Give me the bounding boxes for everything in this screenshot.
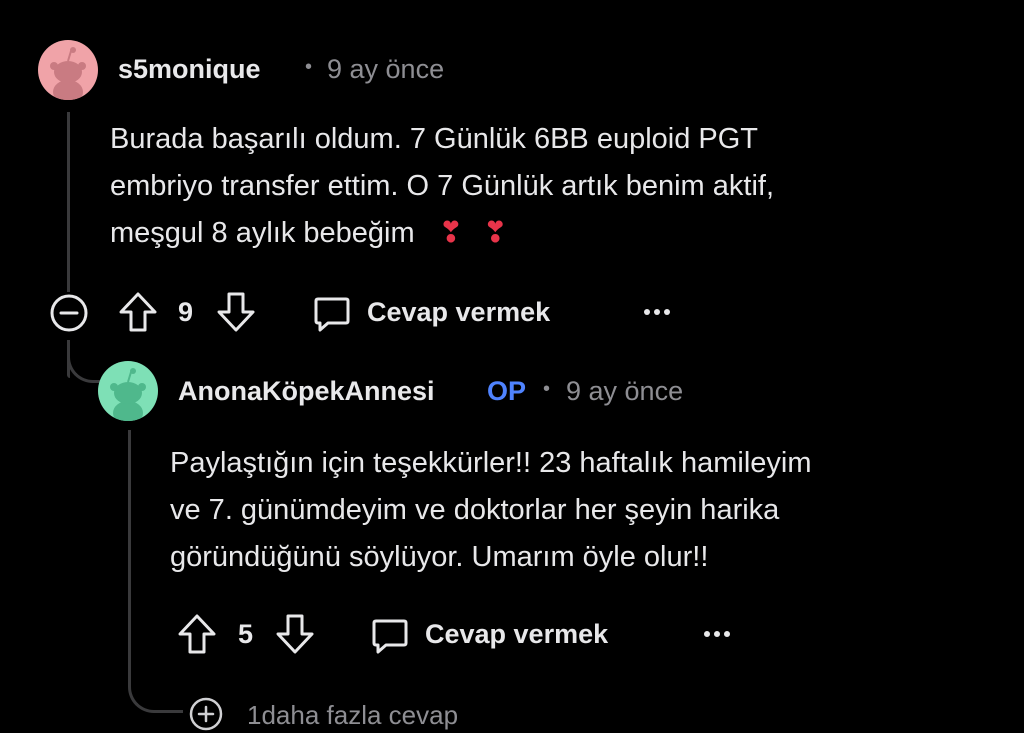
comment-line: Burada başarılı oldum. 7 Günlük 6BB eupl… xyxy=(110,123,759,155)
more-options-button[interactable] xyxy=(642,306,672,318)
comment-line: Paylaştığın için teşekkürler!! 23 haftal… xyxy=(170,447,812,479)
separator-dot: • xyxy=(305,56,313,78)
thread-line-1 xyxy=(67,112,70,292)
upvote-button[interactable] xyxy=(118,291,158,333)
username[interactable]: AnonaKöpekAnnesi xyxy=(178,376,435,407)
timestamp: 9 ay önce xyxy=(566,376,684,406)
separator-dot: • xyxy=(543,378,551,400)
ellipsis-icon xyxy=(704,631,730,637)
more-replies-label[interactable]: 1daha fazla cevap xyxy=(247,700,458,731)
op-badge: OP xyxy=(487,376,527,406)
ellipsis-icon xyxy=(644,309,670,315)
plus-circle-icon xyxy=(189,697,223,731)
comment-body: Burada başarılı oldum. 7 Günlük 6BB eupl… xyxy=(110,116,1010,257)
collapse-button[interactable] xyxy=(49,293,89,333)
downvote-arrow-icon xyxy=(276,614,314,654)
heart-emoji: ❣ ❣ xyxy=(438,217,514,249)
reply-button-label[interactable]: Cevap vermek xyxy=(425,619,608,650)
comment-line: ve 7. günümdeyim ve doktorlar her şeyin … xyxy=(170,494,780,526)
speech-bubble-icon xyxy=(314,297,350,332)
upvote-arrow-icon xyxy=(119,292,157,332)
downvote-button[interactable] xyxy=(275,613,315,655)
more-replies-button[interactable] xyxy=(188,696,224,732)
username[interactable]: s5monique xyxy=(118,54,261,85)
timestamp: 9 ay önce xyxy=(327,54,445,84)
snoo-avatar-icon xyxy=(38,40,98,100)
speech-bubble-icon xyxy=(372,619,408,654)
comment-line: göründüğünü söylüyor. Umarım öyle olur!! xyxy=(170,541,709,573)
vote-count: 5 xyxy=(238,619,254,649)
downvote-button[interactable] xyxy=(216,291,256,333)
reply-button[interactable] xyxy=(370,616,410,656)
upvote-arrow-icon xyxy=(178,614,216,654)
snoo-avatar-icon xyxy=(98,361,158,421)
upvote-button[interactable] xyxy=(177,613,217,655)
reply-button-label[interactable]: Cevap vermek xyxy=(367,297,550,328)
more-options-button[interactable] xyxy=(702,628,732,640)
comment-body: Paylaştığın için teşekkürler!! 23 haftal… xyxy=(170,440,1010,581)
reply-button[interactable] xyxy=(312,294,352,334)
minus-circle-icon xyxy=(50,294,88,332)
comment-line: meşgul 8 aylık bebeğim ❣ ❣ xyxy=(110,217,514,249)
downvote-arrow-icon xyxy=(217,292,255,332)
thread-connector-1 xyxy=(67,340,104,383)
vote-count: 9 xyxy=(178,297,194,327)
avatar[interactable] xyxy=(38,40,98,100)
comment-line: embriyo transfer ettim. O 7 Günlük artık… xyxy=(110,170,775,202)
avatar[interactable] xyxy=(98,361,158,421)
